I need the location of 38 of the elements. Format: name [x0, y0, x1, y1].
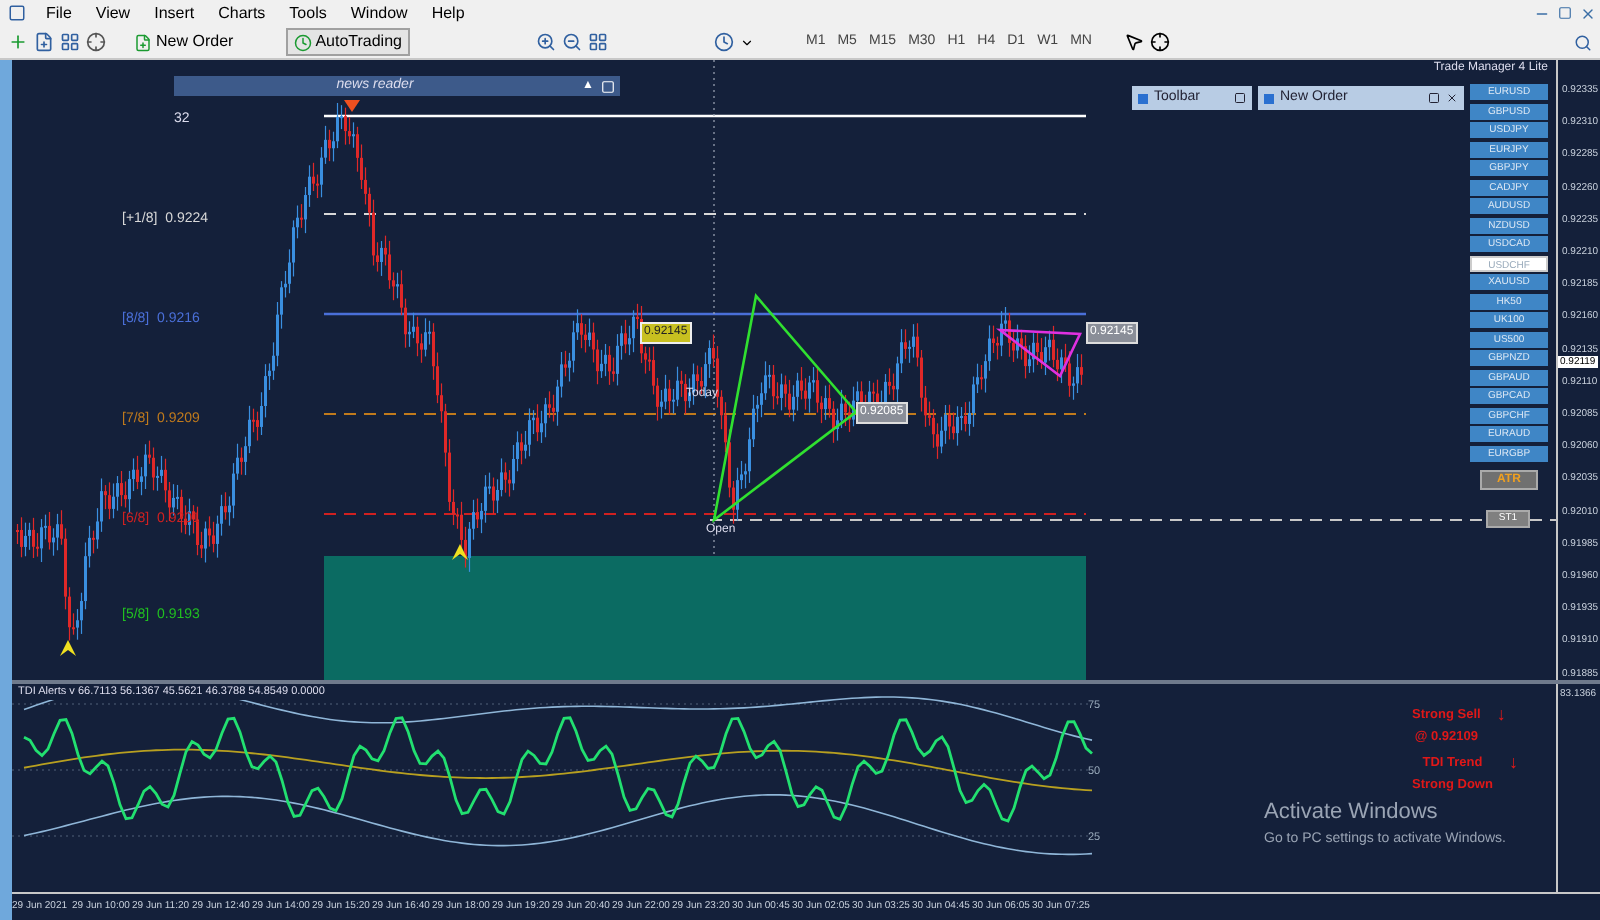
- menu-item[interactable]: View: [83, 1, 143, 25]
- clock-icon[interactable]: [713, 32, 734, 52]
- menu-item[interactable]: File: [34, 1, 84, 25]
- activation-title: Activate Windows: [1264, 798, 1440, 828]
- menu-item[interactable]: Help: [419, 1, 477, 25]
- restore-icon[interactable]: [1558, 6, 1572, 20]
- arrow-marker-icon: [60, 640, 76, 656]
- maximize-icon[interactable]: [1428, 92, 1440, 104]
- close-icon[interactable]: [1580, 5, 1596, 21]
- window-icon[interactable]: [600, 79, 616, 93]
- new-order-button[interactable]: New Order: [128, 30, 240, 54]
- add-icon[interactable]: [8, 32, 28, 52]
- file-icon[interactable]: [34, 32, 54, 52]
- arrow-marker-icon: [344, 100, 360, 112]
- triangle-pattern-drawing: [995, 328, 1082, 378]
- tile-icon[interactable]: [587, 32, 608, 52]
- panel-icon: [1138, 93, 1148, 103]
- menu-item[interactable]: Charts: [206, 1, 278, 25]
- arrow-marker-icon: [452, 544, 468, 560]
- crosshair-icon[interactable]: [1149, 32, 1170, 52]
- app-icon: [8, 4, 26, 22]
- zoom-in-icon[interactable]: [535, 32, 556, 52]
- zoom-out-icon[interactable]: [561, 32, 582, 52]
- auto-trading-button[interactable]: AutoTrading: [285, 28, 410, 56]
- caret-icon[interactable]: [739, 35, 754, 49]
- maximize-icon[interactable]: [1234, 92, 1246, 104]
- panel-icon: [1264, 93, 1274, 103]
- menu-item[interactable]: Window: [338, 1, 420, 25]
- grid-icon[interactable]: [60, 32, 80, 52]
- menu-item[interactable]: Insert: [142, 1, 207, 25]
- search-icon[interactable]: [1574, 33, 1592, 51]
- menu-item[interactable]: Tools: [277, 1, 339, 25]
- down-arrow-icon: ↓: [1508, 752, 1518, 774]
- close-icon[interactable]: [1446, 92, 1458, 104]
- document-icon: [134, 33, 152, 51]
- crosshair-icon[interactable]: [86, 32, 106, 52]
- cursor-icon[interactable]: [1123, 32, 1144, 52]
- down-arrow-icon: ↓: [1496, 704, 1506, 726]
